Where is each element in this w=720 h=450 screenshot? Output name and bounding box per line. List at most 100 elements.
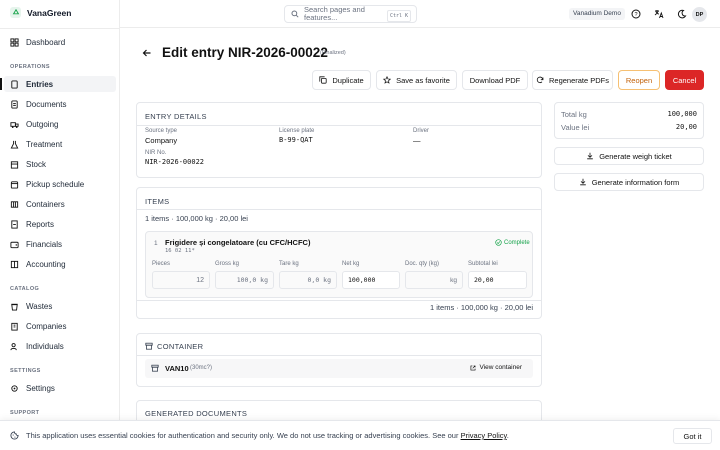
- save-favorite-button[interactable]: Save as favorite: [376, 70, 457, 90]
- generate-weigh-ticket-button[interactable]: Generate weigh ticket: [554, 147, 704, 165]
- cookie-icon: [10, 431, 19, 440]
- reopen-button[interactable]: Reopen: [618, 70, 660, 90]
- svg-text:?: ?: [634, 12, 637, 18]
- sidebar-item-label: Financials: [26, 239, 63, 249]
- doc-qty-label: Doc. qty (kg): [405, 261, 440, 267]
- source-type-label: Source type: [145, 128, 178, 134]
- wallet-icon: [10, 241, 19, 248]
- save-favorite-label: Save as favorite: [396, 75, 450, 85]
- sidebar-item-companies[interactable]: Companies: [4, 318, 116, 334]
- tenant-badge[interactable]: Vanadium Demo: [569, 8, 625, 20]
- cookie-period: .: [506, 431, 509, 440]
- recycle-icon: [10, 7, 21, 18]
- page-title: Edit entry NIR-2026-00022: [162, 45, 328, 60]
- flask-icon: [10, 140, 19, 149]
- search-placeholder-line2: features...: [304, 13, 338, 22]
- totals-card: Total kg 100,000 Value lei 20,00: [554, 102, 704, 139]
- box-icon: [10, 160, 19, 169]
- truck-icon: [10, 121, 19, 128]
- generate-information-form-button[interactable]: Generate information form: [554, 173, 704, 191]
- search-input[interactable]: Search pages and features... Ctrl K: [284, 5, 417, 23]
- total-kg-value: 100,000: [667, 110, 697, 118]
- cookie-text: This application uses essential cookies …: [26, 431, 459, 440]
- shortcut-hint: Ctrl K: [386, 10, 411, 22]
- sidebar-item-accounting[interactable]: Accounting: [4, 256, 116, 272]
- generated-documents-title: GENERATED DOCUMENTS: [145, 409, 248, 418]
- got-it-button[interactable]: Got it: [673, 428, 712, 444]
- sidebar-item-entries[interactable]: Entries: [0, 76, 116, 92]
- container-icon: [10, 200, 19, 208]
- archive-icon: [145, 342, 153, 350]
- sidebar-item-label: Entries: [26, 79, 54, 89]
- avatar[interactable]: DP: [692, 7, 707, 22]
- value-lei-label: Value lei: [561, 123, 590, 132]
- sidebar: VanaGreen Dashboard OPERATIONS Entries D…: [0, 0, 120, 450]
- sidebar-item-label: Companies: [26, 321, 67, 331]
- tare-kg-field[interactable]: 0,0 kg: [279, 271, 337, 289]
- download-pdf-button[interactable]: Download PDF: [462, 70, 528, 90]
- section-catalog: CATALOG: [10, 286, 40, 292]
- total-kg-label: Total kg: [561, 110, 587, 119]
- sidebar-item-pickup-schedule[interactable]: Pickup schedule: [4, 176, 116, 192]
- sidebar-item-individuals[interactable]: Individuals: [4, 338, 116, 354]
- regenerate-pdfs-button[interactable]: Regenerate PDFs: [532, 70, 613, 90]
- container-card: CONTAINER VAN10 (30mc?) View container: [136, 333, 542, 387]
- sidebar-item-stock[interactable]: Stock: [4, 156, 116, 172]
- net-kg-field[interactable]: 100,000: [342, 271, 400, 289]
- nir-value: NIR-2026-00022: [145, 158, 205, 166]
- brand[interactable]: VanaGreen: [10, 7, 71, 18]
- info-form-label: Generate information form: [591, 177, 680, 187]
- translate-icon[interactable]: [654, 9, 664, 19]
- archive-icon: [151, 364, 159, 372]
- cookie-banner: This application uses essential cookies …: [0, 420, 720, 450]
- sidebar-item-label: Dashboard: [26, 37, 66, 47]
- duplicate-button[interactable]: Duplicate: [312, 70, 371, 90]
- gear-icon: [11, 384, 18, 392]
- sidebar-item-treatment[interactable]: Treatment: [4, 136, 116, 152]
- container-row: VAN10 (30mc?) View container: [145, 359, 533, 378]
- cancel-button[interactable]: Cancel: [665, 70, 704, 90]
- sidebar-item-reports[interactable]: Reports: [4, 216, 116, 232]
- sidebar-item-wastes[interactable]: Wastes: [4, 298, 116, 314]
- search-icon: [291, 10, 299, 18]
- tare-label: Tare kg: [279, 261, 299, 267]
- file-icon: [11, 79, 18, 89]
- sidebar-item-settings[interactable]: Settings: [4, 380, 116, 396]
- doc-qty-field[interactable]: kg: [405, 271, 463, 289]
- nir-label: NIR No.: [145, 150, 167, 156]
- sidebar-item-label: Individuals: [26, 341, 64, 351]
- gross-kg-field[interactable]: 100,0 kg: [215, 271, 274, 289]
- subtotal-field[interactable]: 20,00: [468, 271, 527, 289]
- sidebar-item-label: Stock: [26, 159, 47, 169]
- divider: [137, 300, 541, 301]
- divider: [137, 209, 541, 210]
- moon-icon[interactable]: [677, 9, 687, 19]
- download-icon: [579, 178, 586, 186]
- view-container-label: View container: [479, 364, 522, 371]
- divider: [0, 28, 120, 29]
- help-icon[interactable]: ?: [631, 9, 641, 19]
- divider: [137, 355, 541, 356]
- duplicate-label: Duplicate: [332, 75, 364, 85]
- items-summary: 1 items · 100,000 kg · 20,00 lei: [145, 214, 248, 223]
- weigh-ticket-label: Generate weigh ticket: [599, 151, 672, 161]
- sidebar-item-containers[interactable]: Containers: [4, 196, 116, 212]
- waste-code: 16 02 11*: [165, 248, 195, 254]
- sidebar-item-dashboard[interactable]: Dashboard: [4, 34, 116, 50]
- report-icon: [11, 219, 18, 229]
- pieces-field[interactable]: 12: [152, 271, 210, 289]
- sidebar-item-label: Settings: [26, 383, 55, 393]
- refresh-icon: [536, 76, 544, 84]
- items-title: ITEMS: [145, 197, 170, 206]
- sidebar-item-financials[interactable]: Financials: [4, 236, 116, 252]
- privacy-policy-link[interactable]: Privacy Policy: [461, 431, 507, 440]
- complete-badge: Complete: [495, 239, 530, 246]
- app-root: VanaGreen Dashboard OPERATIONS Entries D…: [0, 0, 720, 450]
- arrow-left-icon[interactable]: [142, 48, 152, 58]
- pieces-label: Pieces: [152, 261, 171, 267]
- list-item: 1 Frigidere și congelatoare (cu CFC/HCFC…: [145, 231, 533, 298]
- view-container-link[interactable]: View container: [470, 364, 522, 371]
- sidebar-item-outgoing[interactable]: Outgoing: [4, 116, 116, 132]
- sidebar-item-documents[interactable]: Documents: [4, 96, 116, 112]
- container-volume: (30mc?): [190, 365, 213, 371]
